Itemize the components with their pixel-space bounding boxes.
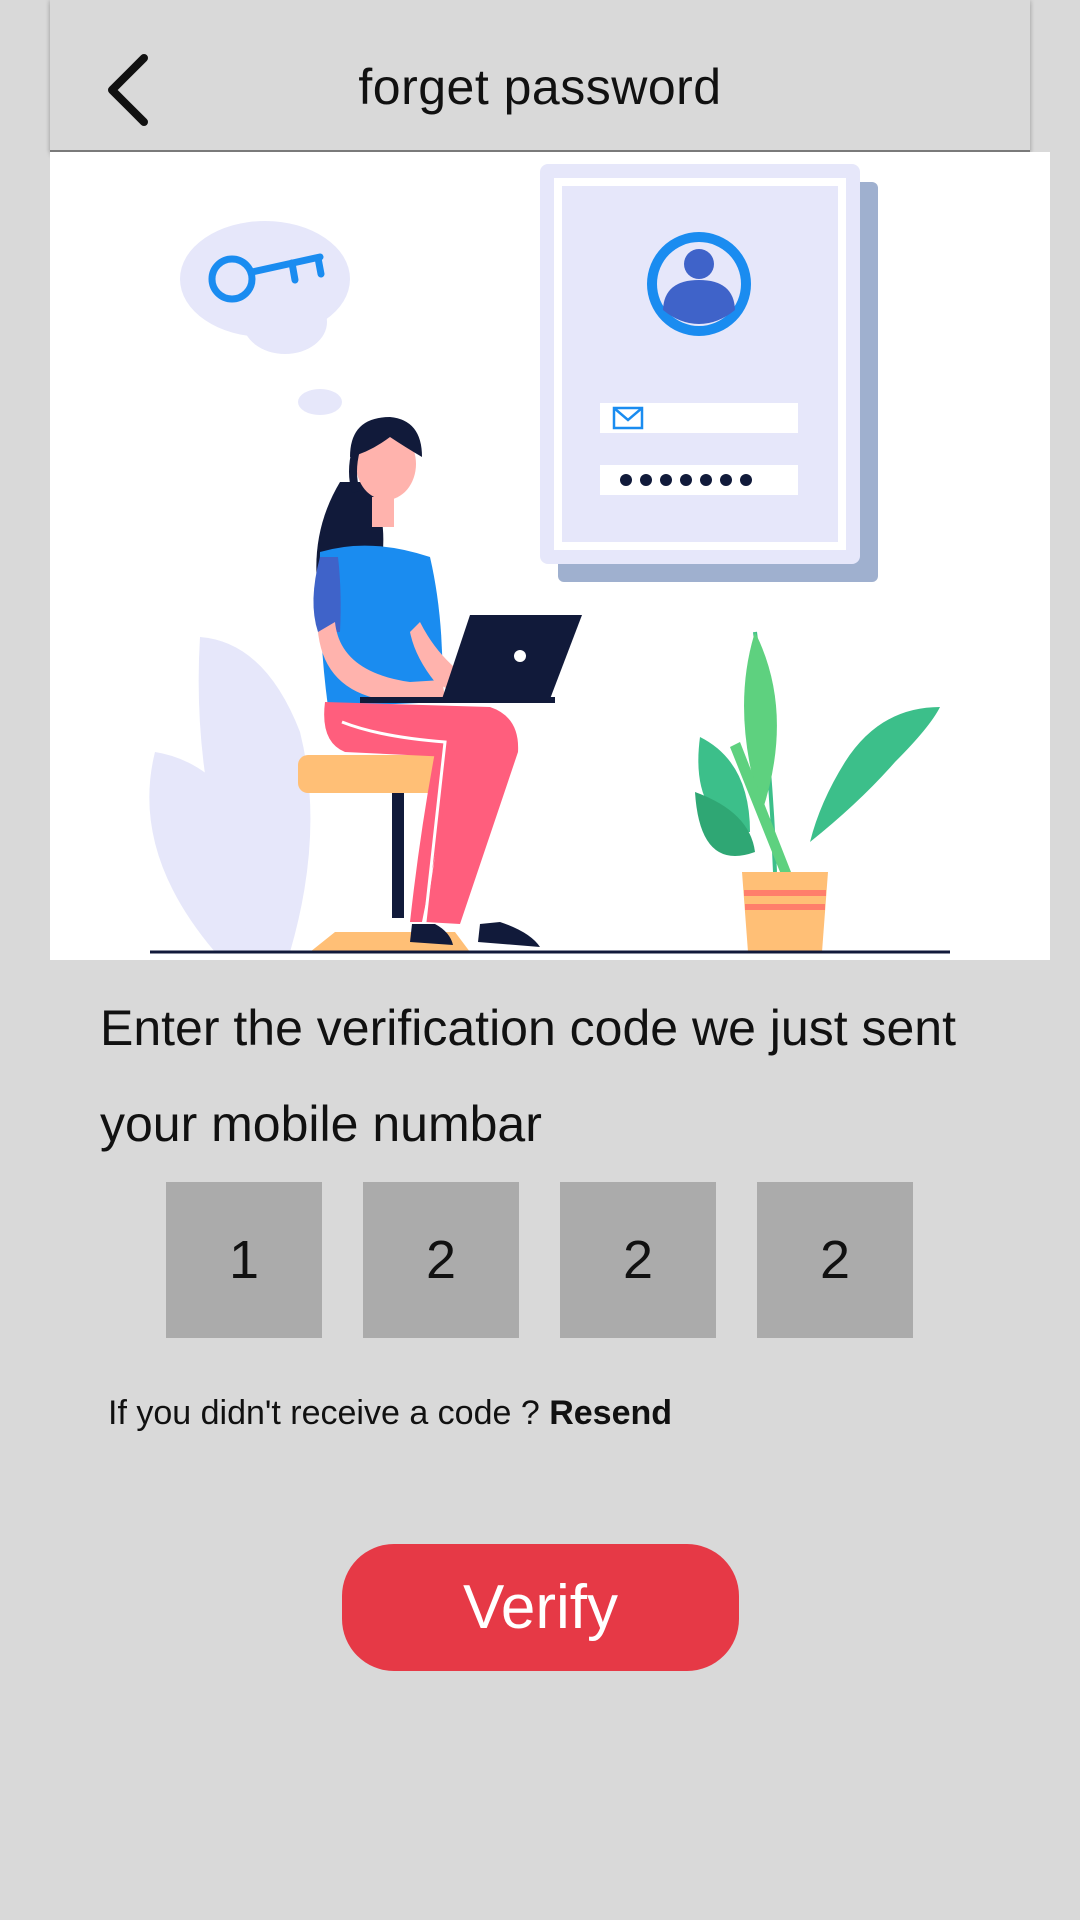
verify-button-label: Verify bbox=[462, 1573, 619, 1642]
page-title: forget password bbox=[358, 59, 722, 115]
instruction-text: Enter the verification code we just sent… bbox=[100, 1000, 957, 1152]
verify-button[interactable]: Verify bbox=[342, 1544, 739, 1671]
decorative-leaves bbox=[149, 637, 311, 952]
user-avatar-icon bbox=[647, 232, 751, 336]
otp-digit-2[interactable]: 2 bbox=[363, 1182, 519, 1338]
otp-digit-3[interactable]: 2 bbox=[560, 1182, 716, 1338]
potted-plant bbox=[695, 631, 940, 952]
resend-link[interactable]: Resend bbox=[549, 1394, 672, 1432]
login-card-graphic bbox=[540, 164, 878, 582]
otp-input-row: 1 2 2 2 bbox=[0, 1182, 1080, 1338]
person-with-laptop bbox=[298, 417, 582, 952]
otp-digit-1[interactable]: 1 bbox=[166, 1182, 322, 1338]
app-header: forget password bbox=[50, 0, 1030, 152]
otp-digit-4[interactable]: 2 bbox=[757, 1182, 913, 1338]
key-thought-bubble bbox=[180, 221, 350, 415]
forgot-password-illustration bbox=[50, 152, 1050, 960]
resend-row: If you didn't receive a code ? Resend bbox=[108, 1394, 672, 1433]
resend-prompt: If you didn't receive a code ? bbox=[108, 1394, 540, 1432]
